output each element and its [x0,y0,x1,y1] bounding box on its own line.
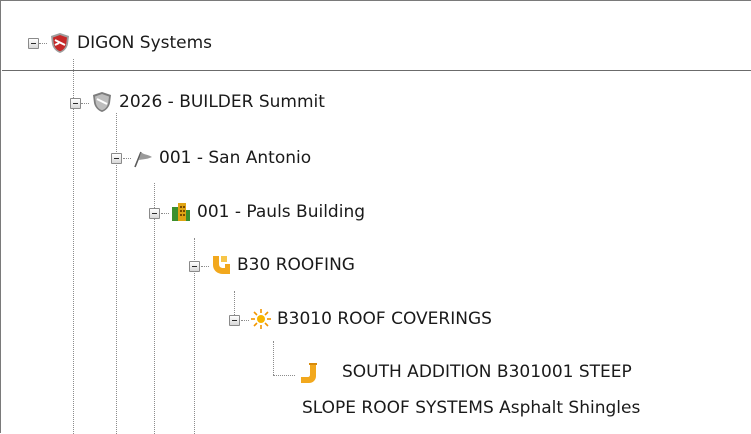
collapse-toggle-building[interactable] [149,208,160,219]
sun-icon [251,309,271,329]
tree-connector [123,158,131,159]
tree-node-label-summit[interactable]: 2026 - BUILDER Summit [119,91,325,113]
tree-connector [39,43,47,44]
collapse-toggle-site[interactable] [111,153,122,164]
tree-connector [273,341,274,375]
tree-node-label-component-line1[interactable]: SOUTH ADDITION B301001 STEEP [342,358,632,387]
tree-node-label-component-line2[interactable]: SLOPE ROOF SYSTEMS Asphalt Shingles [302,394,640,423]
tree-connector [154,183,155,434]
shield-gray-icon [93,92,111,112]
tree-connector [73,59,74,434]
tree-node-label-building[interactable]: 001 - Pauls Building [197,201,365,223]
shield-red-icon [51,33,69,53]
tree-connector [161,213,169,214]
tree-connector [201,266,209,267]
pipe-elbow-icon [301,363,317,383]
tree-connector [241,320,249,321]
collapse-toggle-root[interactable] [28,38,39,49]
tree-connector [81,103,89,104]
collapse-toggle-summit[interactable] [70,98,81,109]
tree-node-label-system[interactable]: B30 ROOFING [237,254,355,276]
tree-node-label-subsystem[interactable]: B3010 ROOF COVERINGS [277,308,492,330]
collapse-toggle-system[interactable] [189,261,200,272]
tree-view-panel: DIGON Systems 2026 - BUILDER Summit 001 … [0,0,751,434]
collapse-toggle-subsystem[interactable] [229,315,240,326]
tree-node-label-root[interactable]: DIGON Systems [77,32,212,54]
tree-node-label-site[interactable]: 001 - San Antonio [159,147,311,169]
flag-icon [134,151,152,168]
tree-connector [273,375,295,376]
building-icon [172,203,190,221]
pipe-icon [213,256,230,274]
